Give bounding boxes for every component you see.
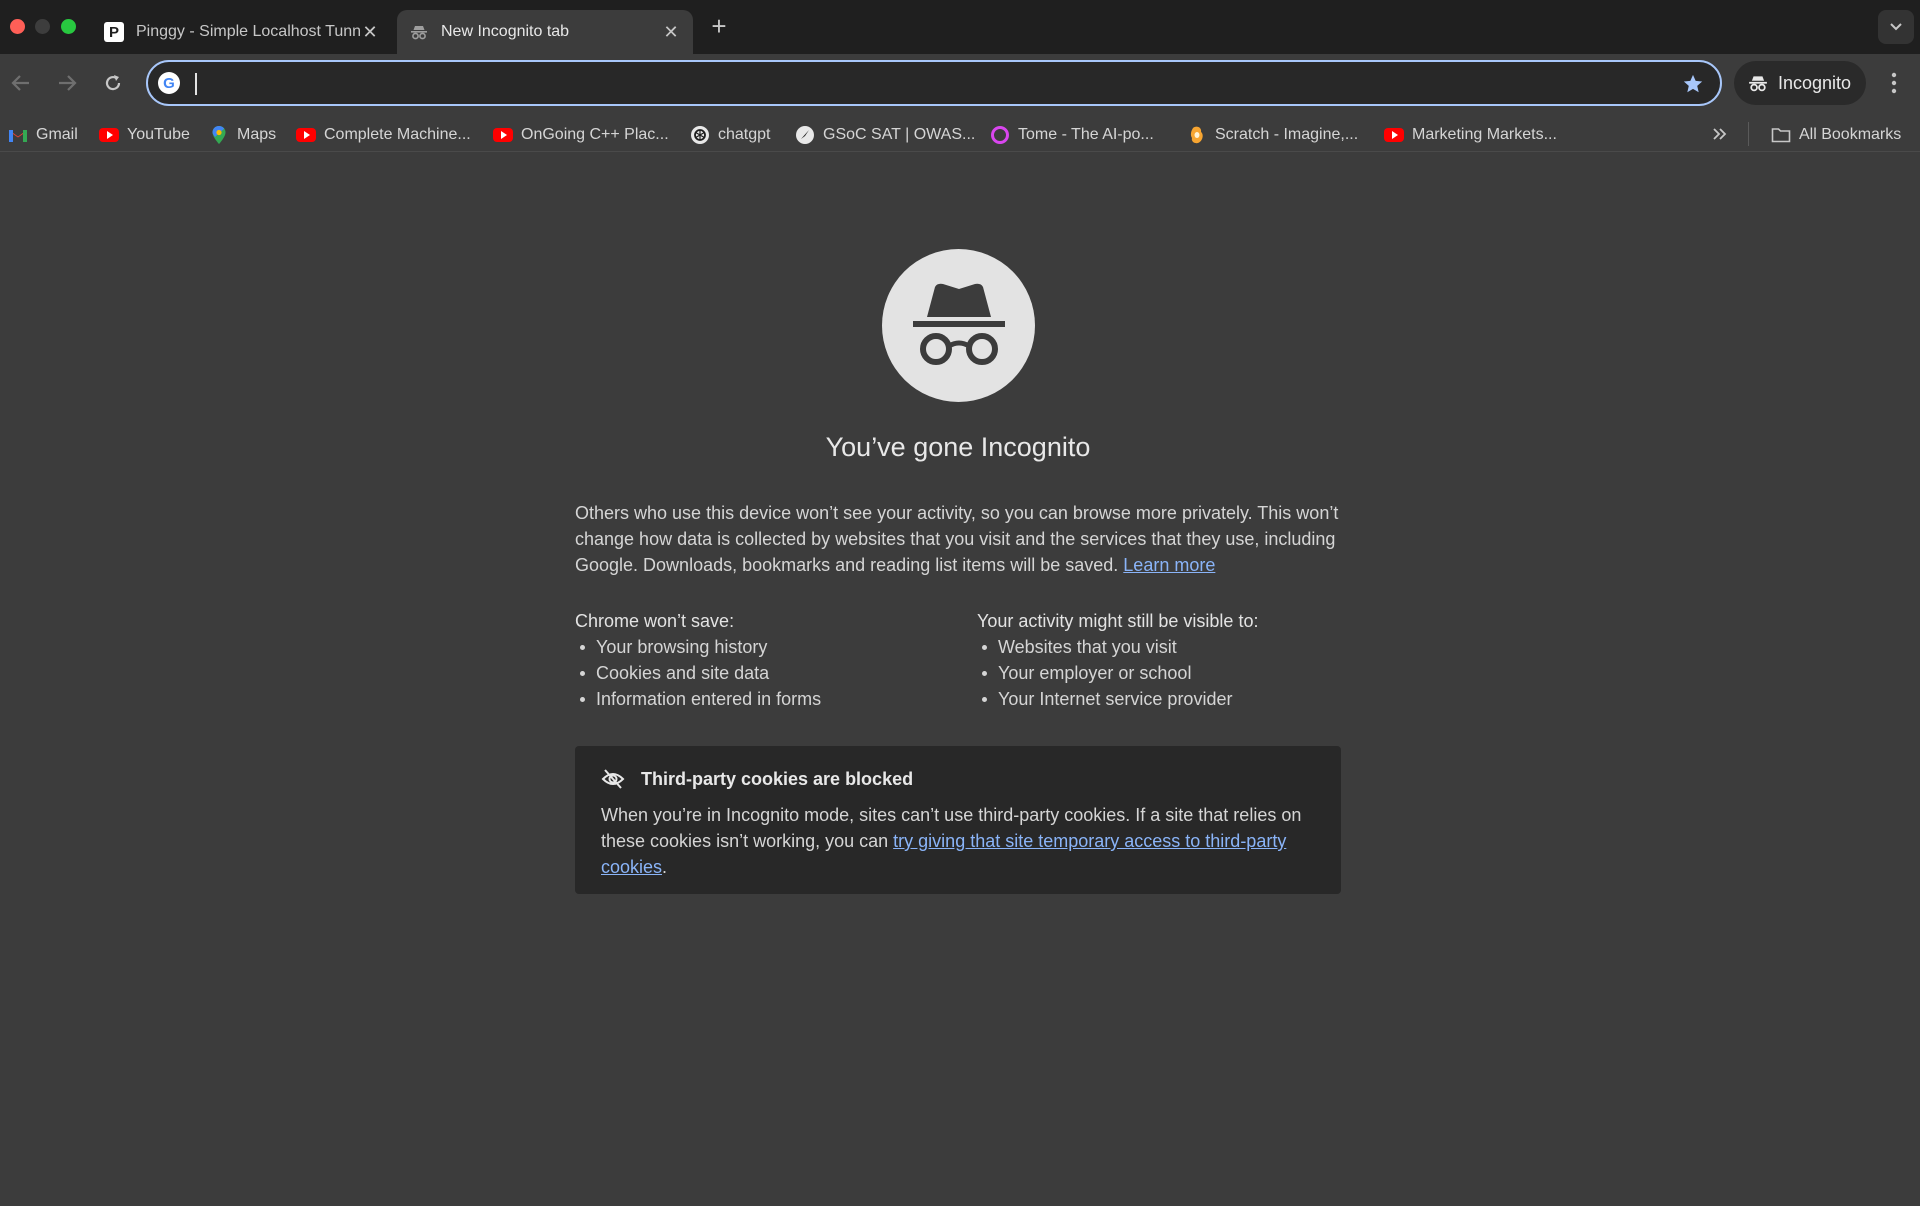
- description-text: Others who use this device won’t see you…: [575, 503, 1339, 575]
- bookmark-label: Gmail: [36, 126, 78, 143]
- bookmarks-bar: Gmail YouTube Maps Complete Machine... O…: [0, 116, 1920, 152]
- cookie-card-period: .: [662, 857, 668, 877]
- google-g-icon: G: [158, 72, 180, 94]
- close-tab-icon[interactable]: ✕: [661, 22, 681, 42]
- owasp-icon: [795, 125, 815, 145]
- tab-search-button[interactable]: [1878, 10, 1914, 44]
- list-item: Your Internet service provider: [977, 686, 1357, 712]
- folder-icon: [1771, 125, 1791, 145]
- incognito-hero-icon: [882, 249, 1035, 402]
- list-item: Websites that you visit: [977, 634, 1357, 660]
- vertical-dots-icon: [1891, 72, 1897, 94]
- tome-icon: [990, 125, 1010, 145]
- reload-button[interactable]: [98, 68, 128, 98]
- bookmark-gmail[interactable]: Gmail: [8, 124, 78, 146]
- tab-new-incognito[interactable]: New Incognito tab ✕: [397, 10, 693, 54]
- section-heading: Chrome won’t save:: [575, 611, 735, 631]
- forward-button[interactable]: [52, 68, 82, 98]
- list-item: Your browsing history: [575, 634, 955, 660]
- profile-label: Incognito: [1778, 72, 1852, 93]
- youtube-icon: [296, 125, 316, 145]
- more-menu-button[interactable]: [1880, 68, 1908, 98]
- bookmark-label: chatgpt: [718, 126, 771, 143]
- tab-title: New Incognito tab: [441, 23, 570, 40]
- address-bar[interactable]: G: [146, 60, 1722, 106]
- bookmark-scratch[interactable]: Scratch - Imagine,...: [1187, 124, 1358, 146]
- chatgpt-icon: [690, 125, 710, 145]
- bookmark-marketing[interactable]: Marketing Markets...: [1384, 124, 1557, 146]
- youtube-icon: [493, 125, 513, 145]
- omnibox-input[interactable]: [192, 68, 1632, 98]
- bookmark-chatgpt[interactable]: chatgpt: [690, 124, 770, 146]
- minimize-window-button[interactable]: [35, 19, 50, 34]
- all-bookmarks-label: All Bookmarks: [1799, 126, 1902, 143]
- page-title: You’ve gone Incognito: [825, 432, 1091, 462]
- back-arrow-icon: [11, 75, 29, 91]
- bookmark-label: Complete Machine...: [324, 126, 471, 143]
- back-button[interactable]: [6, 68, 36, 98]
- third-party-cookies-card: Third-party cookies are blocked When you…: [575, 746, 1341, 894]
- bookmark-label: Scratch - Imagine,...: [1215, 126, 1359, 143]
- cookie-card-title: Third-party cookies are blocked: [641, 768, 914, 789]
- bookmark-label: OnGoing C++ Plac...: [521, 126, 669, 143]
- incognito-icon: [1749, 76, 1767, 92]
- reload-icon: [105, 75, 121, 91]
- close-window-button[interactable]: [10, 19, 25, 34]
- bookmark-star-icon[interactable]: [1680, 71, 1706, 97]
- maps-icon: [209, 125, 229, 145]
- bookmark-ongoing-cpp[interactable]: OnGoing C++ Plac...: [493, 124, 669, 146]
- close-tab-icon[interactable]: ✕: [360, 22, 380, 42]
- tab-title: Pinggy - Simple Localhost Tunnels: [136, 23, 360, 40]
- gmail-icon: [8, 125, 28, 145]
- youtube-icon: [99, 125, 119, 145]
- incognito-icon: [409, 22, 429, 42]
- bookmarks-overflow-button[interactable]: [1708, 122, 1732, 146]
- bookmark-label: Marketing Markets...: [1412, 126, 1557, 143]
- chrome-wont-save-section: Chrome won’t save: Your browsing history…: [575, 608, 955, 712]
- scratch-icon: [1187, 125, 1207, 145]
- forward-arrow-icon: [59, 75, 77, 91]
- bookmark-label: Maps: [237, 126, 277, 143]
- text-caret: [195, 73, 197, 95]
- tab-pinggy[interactable]: P Pinggy - Simple Localhost Tunnels ✕: [92, 10, 392, 54]
- bookmarks-separator: [1748, 122, 1749, 146]
- list-item: Cookies and site data: [575, 660, 955, 686]
- bookmark-complete-machine[interactable]: Complete Machine...: [296, 124, 471, 146]
- maximize-window-button[interactable]: [61, 19, 76, 34]
- list-item: Your employer or school: [977, 660, 1357, 686]
- youtube-icon: [1384, 125, 1404, 145]
- section-heading: Your activity might still be visible to:: [977, 611, 1259, 631]
- list-item: Information entered in forms: [575, 686, 955, 712]
- eye-off-icon: [601, 769, 625, 789]
- still-visible-section: Your activity might still be visible to:…: [977, 608, 1357, 712]
- pinggy-favicon-icon: P: [104, 22, 124, 42]
- bookmark-tome[interactable]: Tome - The AI-po...: [990, 124, 1154, 146]
- bookmark-label: GSoC SAT | OWAS...: [823, 126, 976, 143]
- double-chevron-right-icon: [1713, 128, 1727, 140]
- incognito-description: Others who use this device won’t see you…: [575, 500, 1341, 578]
- cookie-card-body: When you’re in Incognito mode, sites can…: [601, 802, 1315, 880]
- tab-strip: P Pinggy - Simple Localhost Tunnels ✕ Ne…: [0, 0, 1920, 54]
- chevron-down-icon: [1890, 23, 1902, 31]
- cookie-card-header: Third-party cookies are blocked: [601, 766, 1315, 792]
- bookmark-maps[interactable]: Maps: [209, 124, 276, 146]
- learn-more-link[interactable]: Learn more: [1123, 555, 1215, 575]
- bookmark-youtube[interactable]: YouTube: [99, 124, 190, 146]
- all-bookmarks-button[interactable]: All Bookmarks: [1771, 124, 1901, 146]
- bookmark-label: Tome - The AI-po...: [1018, 126, 1154, 143]
- bookmark-label: YouTube: [127, 126, 190, 143]
- incognito-profile-button[interactable]: Incognito: [1734, 61, 1866, 105]
- new-tab-button[interactable]: +: [706, 13, 732, 40]
- bookmark-gsoc-owasp[interactable]: GSoC SAT | OWAS...: [795, 124, 975, 146]
